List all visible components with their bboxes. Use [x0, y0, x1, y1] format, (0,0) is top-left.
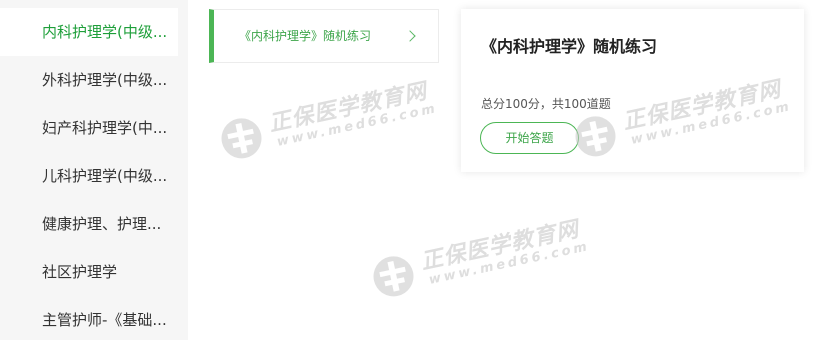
- sidebar-item-internal-nursing[interactable]: 内科护理学(中级...: [0, 8, 178, 56]
- practice-detail-summary: 总分100分，共100道题: [481, 97, 611, 111]
- practice-detail-title: 《内科护理学》随机练习: [481, 37, 658, 56]
- watermark-brand: 正保医学教育网: [418, 217, 582, 275]
- sidebar-item-community-nursing[interactable]: 社区护理学: [0, 248, 178, 296]
- page: 内科护理学(中级... 外科护理学(中级... 妇产科护理学(中... 儿科护理…: [0, 0, 813, 340]
- sidebar-item-label: 社区护理学: [42, 263, 118, 281]
- watermark-brand: 正保医学教育网: [266, 79, 430, 137]
- practice-list-item-label: 《内科护理学》随机练习: [239, 29, 372, 43]
- practice-detail-card: 《内科护理学》随机练习 总分100分，共100道题 开始答题: [461, 9, 804, 172]
- sidebar: 内科护理学(中级... 外科护理学(中级... 妇产科护理学(中... 儿科护理…: [0, 0, 188, 340]
- practice-list-item[interactable]: 《内科护理学》随机练习: [209, 9, 439, 63]
- sidebar-item-label: 内科护理学(中级...: [42, 23, 168, 41]
- sidebar-item-label: 妇产科护理学(中...: [42, 119, 168, 137]
- sidebar-item-label: 儿科护理学(中级...: [42, 167, 168, 185]
- sidebar-item-obstetric-nursing[interactable]: 妇产科护理学(中...: [0, 104, 178, 152]
- watermark: 正保医学教育网 www.med66.com: [366, 206, 594, 314]
- sidebar-item-health-nursing[interactable]: 健康护理、护理...: [0, 200, 178, 248]
- med66-logo-icon: [221, 118, 262, 159]
- sidebar-item-surgical-nursing[interactable]: 外科护理学(中级...: [0, 56, 178, 104]
- sidebar-item-label: 健康护理、护理...: [42, 215, 162, 233]
- sidebar-item-label: 主管护师-《基础...: [42, 311, 167, 329]
- start-answer-button[interactable]: 开始答题: [480, 122, 579, 154]
- watermark: 正保医学教育网 www.med66.com: [214, 68, 442, 176]
- chevron-right-icon: [404, 30, 416, 42]
- watermark-url: www.med66.com: [427, 239, 592, 288]
- sidebar-item-supervisor-nurse-basics[interactable]: 主管护师-《基础...: [0, 296, 178, 340]
- sidebar-item-label: 外科护理学(中级...: [42, 71, 168, 89]
- med66-logo-icon: [373, 256, 414, 297]
- sidebar-item-pediatric-nursing[interactable]: 儿科护理学(中级...: [0, 152, 178, 200]
- watermark-url: www.med66.com: [275, 101, 440, 150]
